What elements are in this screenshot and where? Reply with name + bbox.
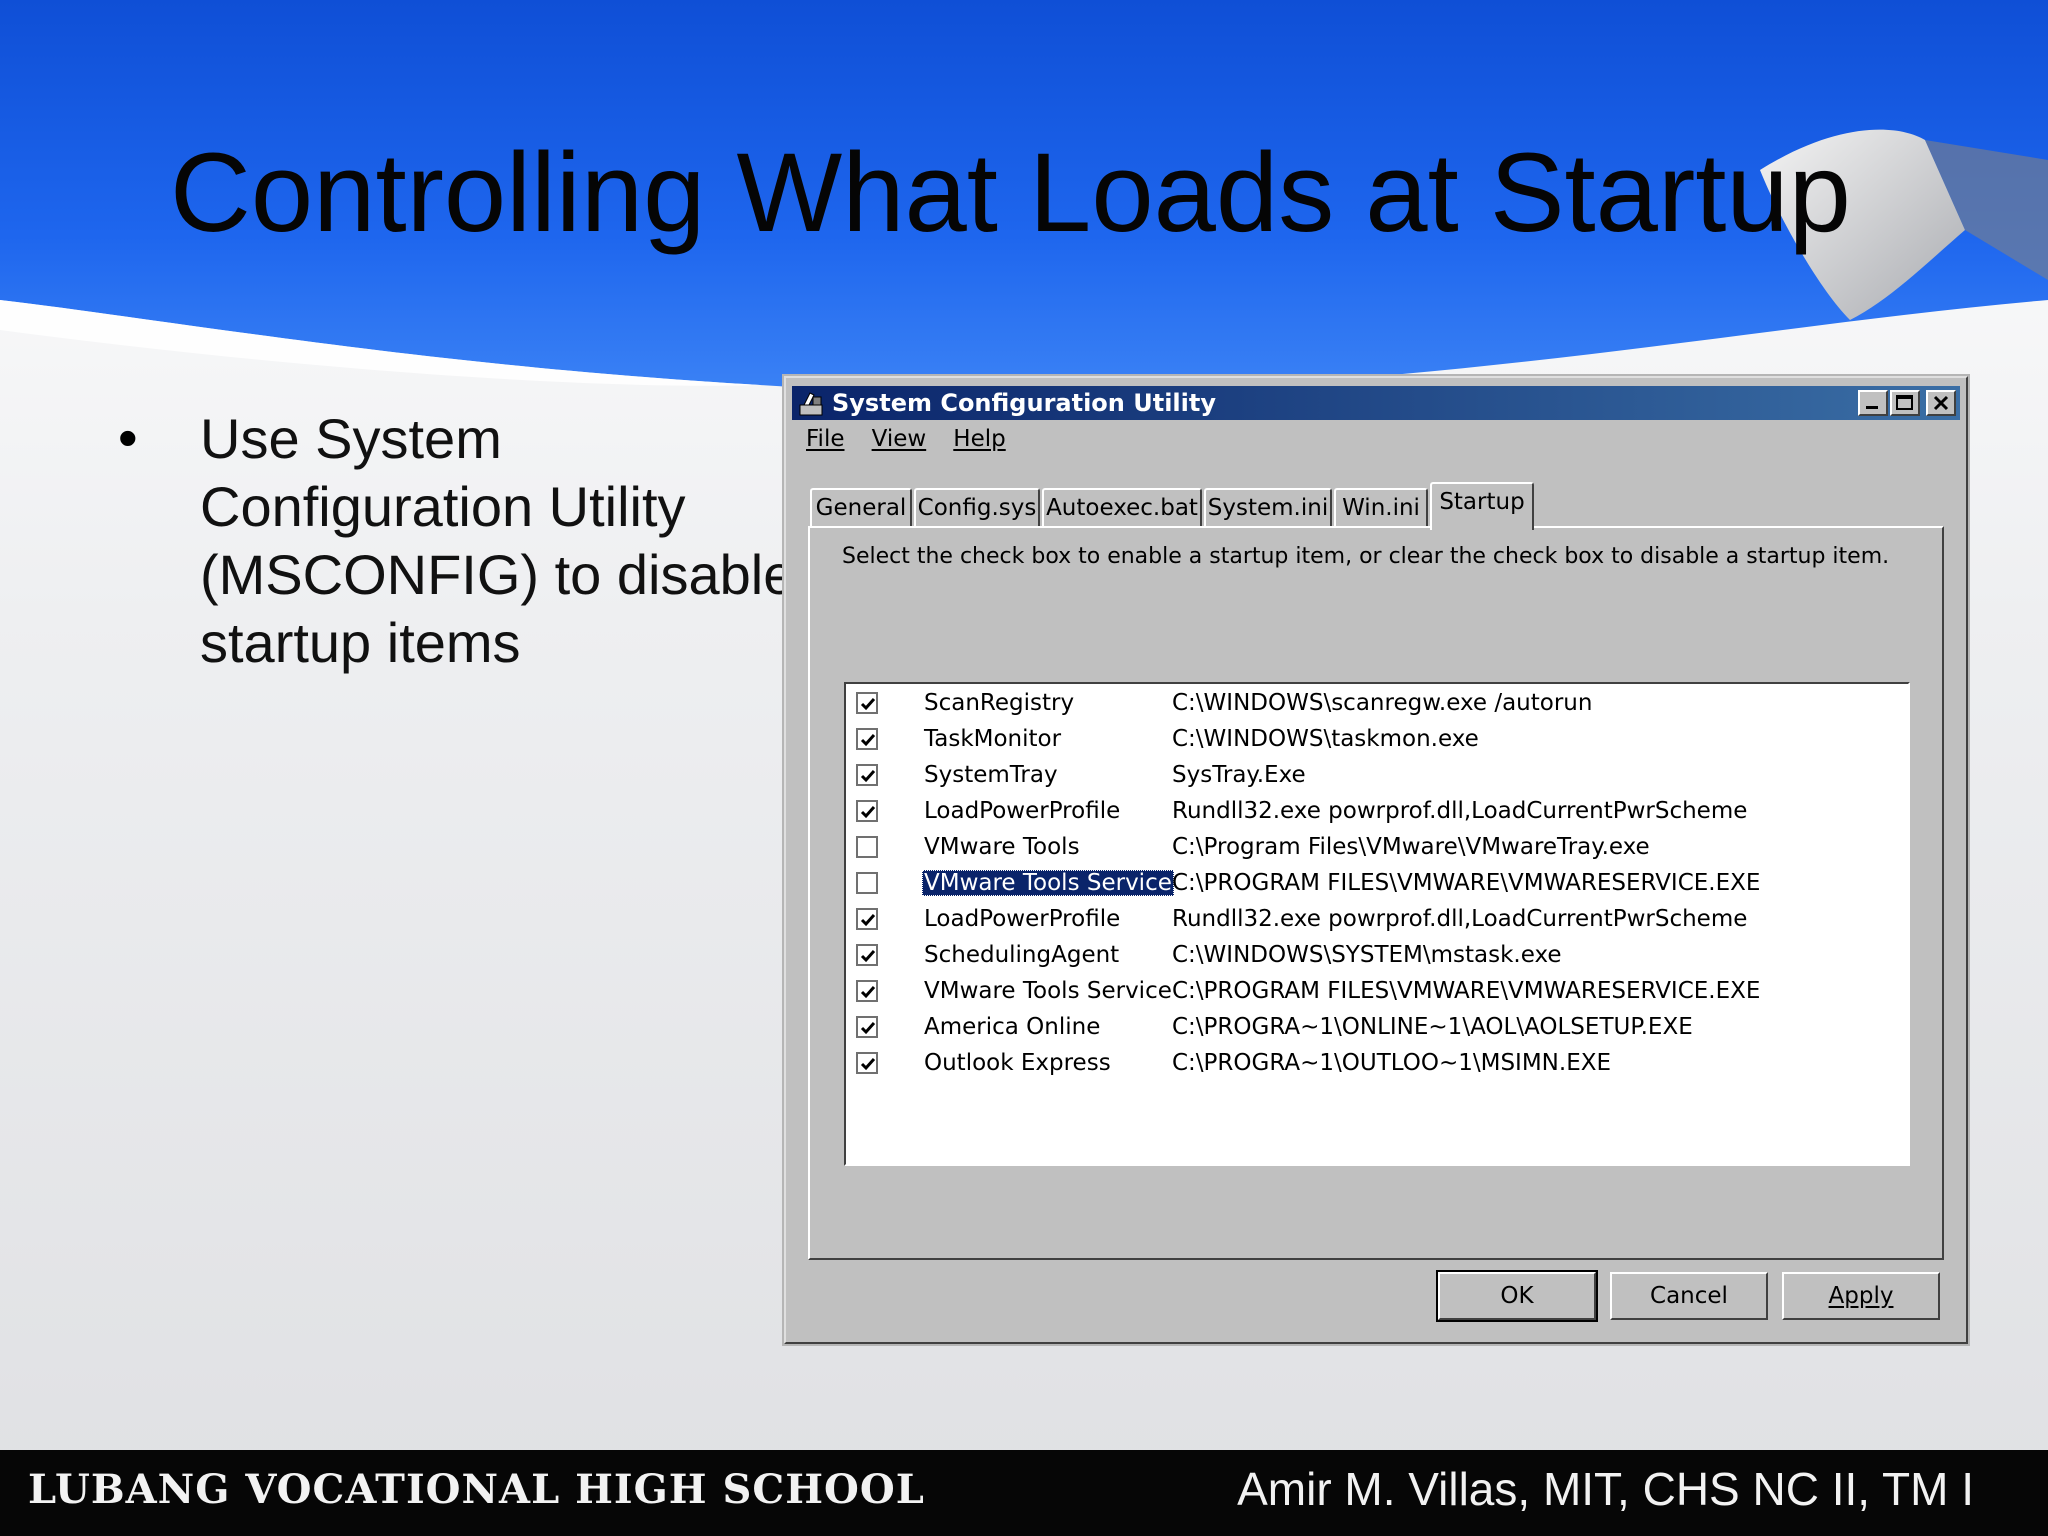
- item-command: C:\WINDOWS\taskmon.exe: [1172, 726, 1479, 752]
- item-name: LoadPowerProfile: [924, 906, 1121, 932]
- list-item-selected[interactable]: VMware Tools Service C:\PROGRAM FILES\VM…: [846, 868, 1908, 904]
- msconfig-app-icon: [799, 392, 823, 416]
- item-name: Outlook Express: [924, 1050, 1111, 1076]
- footer-bar: LUBANG VOCATIONAL HIGH SCHOOL Amir M. Vi…: [0, 1450, 2048, 1536]
- item-checkbox[interactable]: [856, 944, 878, 966]
- item-checkbox[interactable]: [856, 1016, 878, 1038]
- slide: Controlling What Loads at Startup • Use …: [0, 0, 2048, 1536]
- item-checkbox[interactable]: [856, 872, 878, 894]
- list-item[interactable]: VMware Tools C:\Program Files\VMware\VMw…: [846, 832, 1908, 868]
- startup-list[interactable]: ScanRegistry C:\WINDOWS\scanregw.exe /au…: [844, 682, 1910, 1166]
- bullet-marker: •: [118, 406, 138, 469]
- item-name: America Online: [924, 1014, 1101, 1040]
- list-item[interactable]: SystemTray SysTray.Exe: [846, 760, 1908, 796]
- check-icon: [860, 806, 876, 819]
- item-checkbox[interactable]: [856, 836, 878, 858]
- check-icon: [860, 986, 876, 999]
- check-icon: [860, 734, 876, 747]
- author-credit: Amir M. Villas, MIT, CHS NC II, TM I: [1237, 1463, 1974, 1515]
- tab-system-ini[interactable]: System.ini: [1204, 488, 1332, 526]
- tab-autoexec-bat[interactable]: Autoexec.bat: [1042, 488, 1202, 526]
- check-icon: [860, 950, 876, 963]
- item-checkbox[interactable]: [856, 728, 878, 750]
- item-checkbox[interactable]: [856, 800, 878, 822]
- list-item[interactable]: America Online C:\PROGRA~1\ONLINE~1\AOL\…: [846, 1012, 1908, 1048]
- apply-button[interactable]: Apply: [1782, 1272, 1940, 1320]
- list-item[interactable]: LoadPowerProfile Rundll32.exe powrprof.d…: [846, 796, 1908, 832]
- item-name: SchedulingAgent: [924, 942, 1120, 968]
- item-name: ScanRegistry: [924, 690, 1075, 716]
- check-icon: [860, 770, 876, 783]
- close-icon: [1933, 395, 1949, 411]
- startup-panel: Select the check box to enable a startup…: [808, 526, 1944, 1260]
- menu-help[interactable]: Help: [953, 426, 1005, 452]
- tab-win-ini[interactable]: Win.ini: [1334, 488, 1428, 526]
- item-command: C:\PROGRA~1\ONLINE~1\AOL\AOLSETUP.EXE: [1172, 1014, 1693, 1040]
- item-name: VMware Tools Service: [922, 870, 1174, 896]
- check-icon: [860, 914, 876, 927]
- ok-button[interactable]: OK: [1438, 1272, 1596, 1320]
- item-checkbox[interactable]: [856, 1052, 878, 1074]
- maximize-button[interactable]: [1890, 390, 1920, 416]
- list-item[interactable]: ScanRegistry C:\WINDOWS\scanregw.exe /au…: [846, 688, 1908, 724]
- item-command: Rundll32.exe powrprof.dll,LoadCurrentPwr…: [1172, 798, 1748, 824]
- item-command: Rundll32.exe powrprof.dll,LoadCurrentPwr…: [1172, 906, 1748, 932]
- tab-general[interactable]: General: [810, 488, 912, 526]
- item-name: TaskMonitor: [924, 726, 1062, 752]
- check-icon: [860, 1022, 876, 1035]
- item-name: VMware Tools Service: [924, 978, 1172, 1004]
- item-name: LoadPowerProfile: [924, 798, 1121, 824]
- slide-title: Controlling What Loads at Startup: [170, 130, 1851, 255]
- maximize-icon: [1896, 395, 1913, 410]
- bullet-text: Use System Configuration Utility (MSCONF…: [200, 407, 795, 674]
- minimize-icon: [1866, 406, 1878, 409]
- check-icon: [860, 698, 876, 711]
- item-command: C:\PROGRAM FILES\VMWARE\VMWARESERVICE.EX…: [1172, 870, 1761, 896]
- item-checkbox[interactable]: [856, 692, 878, 714]
- startup-description: Select the check box to enable a startup…: [842, 544, 1890, 569]
- item-name: VMware Tools: [924, 834, 1080, 860]
- menu-view[interactable]: View: [872, 426, 927, 452]
- school-name: LUBANG VOCATIONAL HIGH SCHOOL: [28, 1466, 925, 1513]
- menu-bar: File View Help: [806, 426, 1028, 460]
- item-checkbox[interactable]: [856, 980, 878, 1002]
- msconfig-window: System Configuration Utility File View H…: [784, 376, 1968, 1344]
- cancel-button[interactable]: Cancel: [1610, 1272, 1768, 1320]
- item-command: C:\WINDOWS\scanregw.exe /autorun: [1172, 690, 1593, 716]
- item-command: C:\WINDOWS\SYSTEM\mstask.exe: [1172, 942, 1562, 968]
- list-item[interactable]: LoadPowerProfile Rundll32.exe powrprof.d…: [846, 904, 1908, 940]
- window-title: System Configuration Utility: [832, 389, 1216, 417]
- list-item[interactable]: Outlook Express C:\PROGRA~1\OUTLOO~1\MSI…: [846, 1048, 1908, 1084]
- list-item[interactable]: TaskMonitor C:\WINDOWS\taskmon.exe: [846, 724, 1908, 760]
- item-checkbox[interactable]: [856, 908, 878, 930]
- minimize-button[interactable]: [1858, 390, 1888, 416]
- check-icon: [860, 1058, 876, 1071]
- item-command: C:\PROGRA~1\OUTLOO~1\MSIMN.EXE: [1172, 1050, 1612, 1076]
- item-checkbox[interactable]: [856, 764, 878, 786]
- item-command: C:\PROGRAM FILES\VMWARE\VMWARESERVICE.EX…: [1172, 978, 1761, 1004]
- title-bar[interactable]: System Configuration Utility: [792, 386, 1960, 420]
- close-button[interactable]: [1926, 390, 1956, 416]
- list-item[interactable]: VMware Tools Service C:\PROGRAM FILES\VM…: [846, 976, 1908, 1012]
- item-command: C:\Program Files\VMware\VMwareTray.exe: [1172, 834, 1650, 860]
- tab-startup[interactable]: Startup: [1430, 482, 1534, 530]
- menu-file[interactable]: File: [806, 426, 845, 452]
- item-name: SystemTray: [924, 762, 1058, 788]
- tab-config-sys[interactable]: Config.sys: [914, 488, 1040, 526]
- list-item[interactable]: SchedulingAgent C:\WINDOWS\SYSTEM\mstask…: [846, 940, 1908, 976]
- item-command: SysTray.Exe: [1172, 762, 1306, 788]
